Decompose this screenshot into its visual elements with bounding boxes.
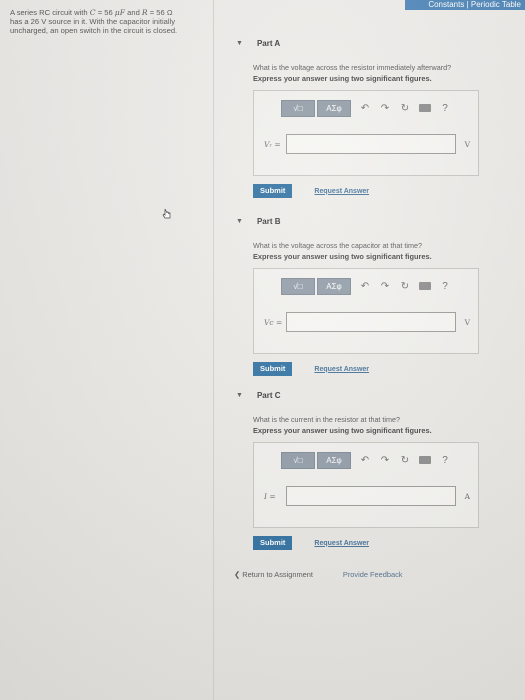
part-a-answer-input[interactable] — [286, 134, 456, 154]
part-c-answer-label: I = — [264, 491, 276, 501]
part-b-title: Part B — [256, 216, 281, 226]
part-c-header[interactable]: ▼ Part C — [236, 389, 501, 401]
part-a-submit-button[interactable]: Submit — [253, 184, 293, 198]
problem-text-3: and — [125, 8, 142, 17]
part-c-answer-input[interactable] — [286, 486, 456, 506]
part-a-unit: V — [464, 139, 470, 149]
keyboard-icon[interactable] — [419, 456, 431, 464]
template-buttons: √□ ΑΣφ — [281, 277, 351, 295]
reset-icon[interactable]: ↻ — [399, 455, 411, 466]
caret-down-icon: ▼ — [236, 391, 243, 399]
redo-icon[interactable]: ↷ — [379, 281, 391, 292]
provide-feedback-link[interactable]: Provide Feedback — [343, 570, 403, 579]
part-b-section: ▼ Part B What is the voltage across the … — [236, 215, 501, 376]
part-c-actions: Submit Request Answer — [253, 536, 501, 550]
part-a-answer-label: Vᵣ = — [264, 139, 281, 149]
reset-icon[interactable]: ↻ — [399, 103, 411, 114]
problem-text-4: = 56 Ω — [147, 8, 173, 17]
part-a-actions: Submit Request Answer — [253, 184, 501, 198]
part-a-request-answer-link[interactable]: Request Answer — [314, 188, 369, 195]
reset-icon[interactable]: ↻ — [399, 281, 411, 292]
math-toolbar: √□ ΑΣφ ↶ ↷ ↻ ? — [254, 277, 478, 295]
part-c-instruction: Express your answer using two significan… — [253, 426, 432, 435]
part-b-question: What is the voltage across the capacitor… — [253, 241, 422, 250]
keyboard-icon[interactable] — [419, 282, 431, 290]
math-toolbar: √□ ΑΣφ ↶ ↷ ↻ ? — [254, 451, 478, 469]
part-b-answer-box: √□ ΑΣφ ↶ ↷ ↻ ? Vc = V — [253, 268, 479, 354]
part-a-answer-row: Vᵣ = V — [264, 133, 470, 155]
part-c-section: ▼ Part C What is the current in the resi… — [236, 389, 501, 550]
part-c-title: Part C — [256, 390, 281, 400]
help-icon[interactable]: ? — [439, 281, 451, 292]
greek-symbols-button[interactable]: ΑΣφ — [317, 451, 351, 469]
part-a-question: What is the voltage across the resistor … — [253, 63, 452, 72]
part-a-title: Part A — [256, 38, 281, 48]
part-b-answer-row: Vc = V — [264, 311, 470, 333]
part-a-header[interactable]: ▼ Part A — [236, 37, 501, 49]
pointer-hand-icon — [162, 207, 172, 219]
greek-symbols-button[interactable]: ΑΣφ — [317, 277, 351, 295]
problem-statement: A series RC circuit with C = 56 μF and R… — [10, 8, 210, 35]
templates-button[interactable]: √□ — [281, 451, 315, 469]
problem-text-6: uncharged, an open switch in the circuit… — [10, 26, 178, 35]
part-b-instruction: Express your answer using two significan… — [253, 252, 432, 261]
part-b-unit: V — [464, 317, 470, 327]
keyboard-icon[interactable] — [419, 104, 431, 112]
part-b-submit-button[interactable]: Submit — [253, 362, 293, 376]
constants-link[interactable]: Constants — [428, 0, 464, 9]
top-links-bar: Constants | Periodic Table — [405, 0, 525, 10]
problem-text-1: A series RC circuit with — [10, 8, 90, 17]
part-c-answer-box: √□ ΑΣφ ↶ ↷ ↻ ? I = A — [253, 442, 479, 528]
part-b-request-answer-link[interactable]: Request Answer — [314, 366, 369, 373]
part-c-question: What is the current in the resistor at t… — [253, 415, 401, 424]
undo-icon[interactable]: ↶ — [359, 455, 371, 466]
part-b-actions: Submit Request Answer — [253, 362, 501, 376]
part-a-section: ▼ Part A What is the voltage across the … — [236, 37, 501, 198]
part-b-answer-label: Vc = — [264, 317, 283, 327]
part-c-submit-button[interactable]: Submit — [253, 536, 293, 550]
undo-icon[interactable]: ↶ — [359, 103, 371, 114]
templates-button[interactable]: √□ — [281, 277, 315, 295]
greek-symbols-button[interactable]: ΑΣφ — [317, 99, 351, 117]
part-b-header[interactable]: ▼ Part B — [236, 215, 501, 227]
caret-down-icon: ▼ — [236, 217, 243, 225]
undo-icon[interactable]: ↶ — [359, 281, 371, 292]
part-a-answer-box: √□ ΑΣφ ↶ ↷ ↻ ? Vᵣ = V — [253, 90, 479, 176]
part-a-instruction: Express your answer using two significan… — [253, 74, 432, 83]
periodic-table-link[interactable]: Periodic Table — [471, 0, 521, 9]
math-toolbar: √□ ΑΣφ ↶ ↷ ↻ ? — [254, 99, 478, 117]
help-icon[interactable]: ? — [439, 103, 451, 114]
help-icon[interactable]: ? — [439, 455, 451, 466]
caret-down-icon: ▼ — [236, 39, 243, 47]
column-divider — [213, 0, 214, 700]
part-c-answer-row: I = A — [264, 485, 470, 507]
footer-links: ❮ Return to Assignment Provide Feedback — [234, 570, 402, 579]
template-buttons: √□ ΑΣφ — [281, 451, 351, 469]
part-c-unit: A — [464, 491, 470, 501]
template-buttons: √□ ΑΣφ — [281, 99, 351, 117]
redo-icon[interactable]: ↷ — [379, 103, 391, 114]
redo-icon[interactable]: ↷ — [379, 455, 391, 466]
part-c-request-answer-link[interactable]: Request Answer — [314, 540, 369, 547]
return-to-assignment-link[interactable]: ❮ Return to Assignment — [234, 570, 313, 579]
part-b-answer-input[interactable] — [286, 312, 456, 332]
problem-text-2: = 56 — [95, 8, 115, 17]
templates-button[interactable]: √□ — [281, 99, 315, 117]
problem-text-5: has a 26 V source in it. With the capaci… — [10, 17, 176, 26]
microfarad-unit: μF — [114, 8, 126, 17]
